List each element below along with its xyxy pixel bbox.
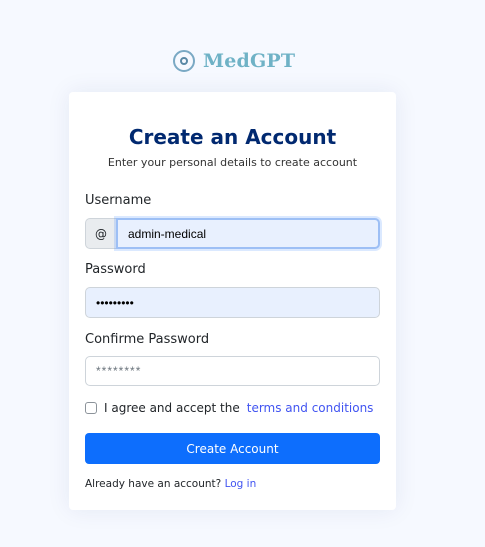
password-input[interactable] (85, 287, 380, 318)
confirm-password-label: Confirme Password (85, 332, 210, 347)
medgpt-logo-icon (173, 50, 195, 72)
login-prompt: Already have an account? (85, 478, 222, 490)
create-account-button[interactable]: Create Account (85, 433, 380, 464)
terms-checkbox[interactable] (85, 402, 97, 414)
signup-card: Create an Account Enter your personal de… (69, 92, 396, 510)
brand-name: MedGPT (203, 50, 296, 72)
login-link[interactable]: Log in (225, 478, 257, 490)
at-prefix: @ (85, 218, 116, 249)
page-title: Create an Account (128, 125, 337, 149)
username-input-group: @ (85, 218, 380, 249)
username-label: Username (85, 193, 152, 208)
terms-link[interactable]: terms and conditions (247, 401, 374, 415)
password-label: Password (85, 262, 146, 277)
brand-logo[interactable]: MedGPT (173, 50, 295, 72)
page-subtitle: Enter your personal details to create ac… (107, 156, 358, 169)
username-input[interactable] (116, 218, 380, 249)
terms-row: I agree and accept the terms and conditi… (85, 401, 373, 415)
confirm-password-input[interactable] (85, 356, 380, 386)
login-prompt-row: Already have an account? Log in (85, 478, 256, 490)
terms-text: I agree and accept the (104, 401, 240, 415)
